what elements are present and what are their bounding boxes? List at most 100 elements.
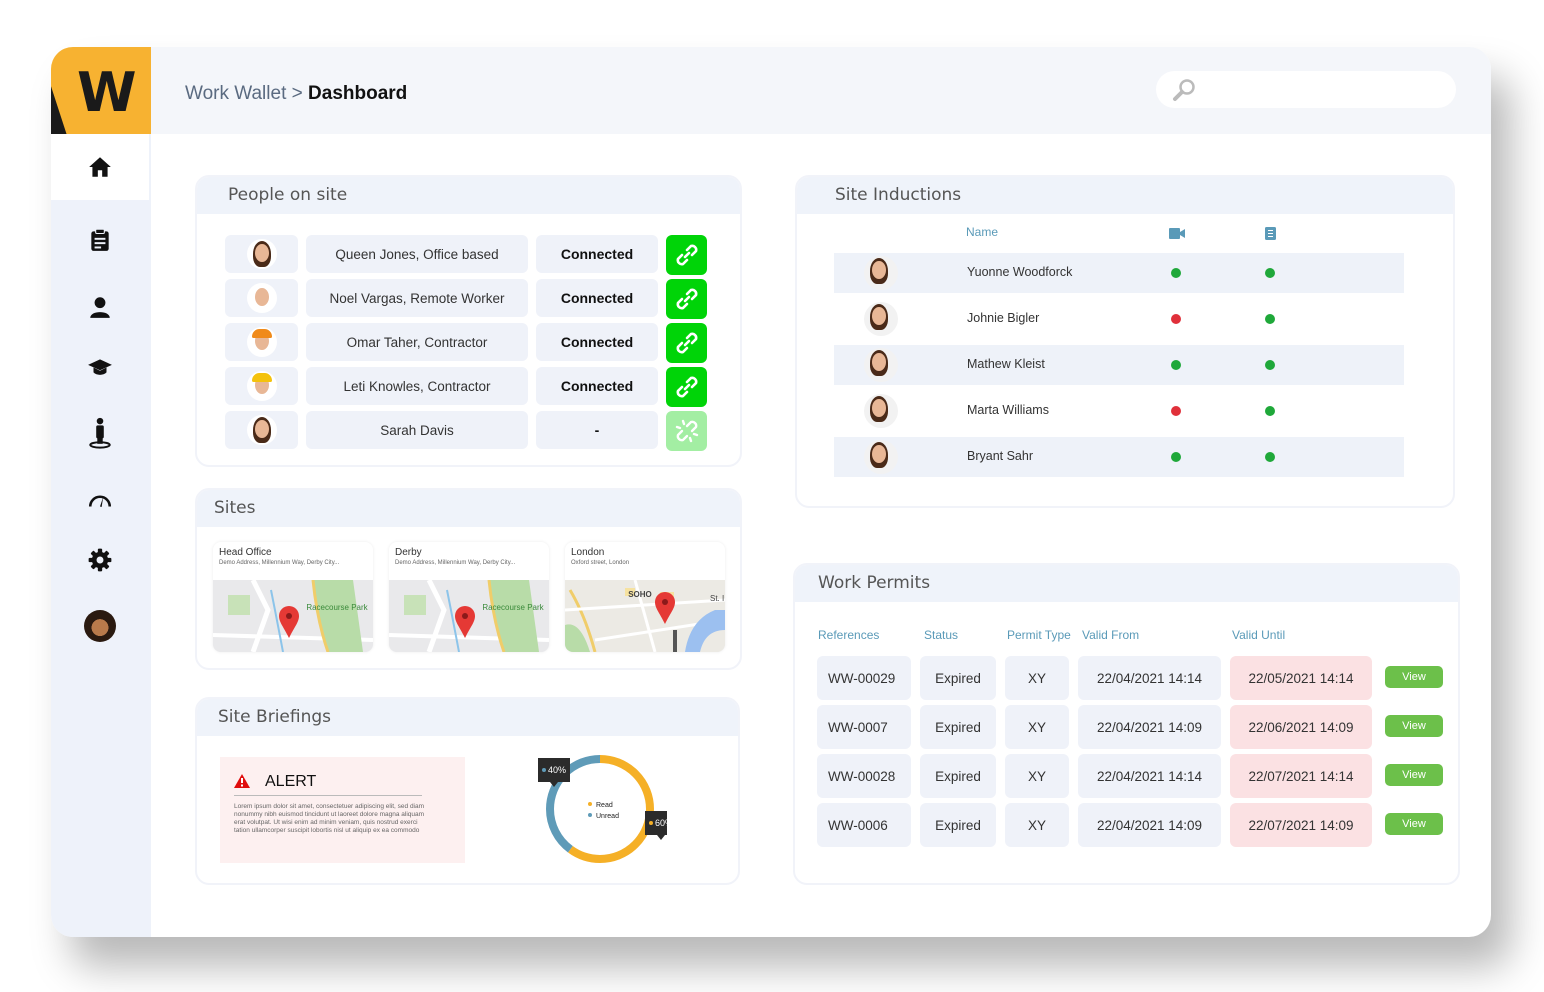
app-window: W Work Wallet > Dashboard People on site… bbox=[51, 47, 1491, 937]
induction-row[interactable]: Bryant Sahr bbox=[834, 437, 1404, 477]
site-briefings-card: Site Briefings ALERT Lorem ipsum dolor s… bbox=[195, 697, 740, 885]
sidebar-item-user[interactable] bbox=[51, 274, 149, 340]
avatar bbox=[864, 440, 898, 474]
column-header-valid-from[interactable]: Valid From bbox=[1082, 628, 1139, 642]
avatar bbox=[864, 256, 898, 290]
column-header-permit-type[interactable]: Permit Type bbox=[1007, 628, 1071, 642]
link-icon[interactable] bbox=[666, 323, 707, 363]
avatar bbox=[864, 348, 898, 382]
tooltip-read: 60% bbox=[645, 811, 667, 840]
induction-row[interactable]: Marta Williams bbox=[834, 391, 1404, 431]
column-header-status[interactable]: Status bbox=[924, 628, 958, 642]
site-map[interactable]: Racecourse Park bbox=[213, 580, 373, 652]
link-icon[interactable] bbox=[666, 279, 707, 319]
site-map[interactable]: Racecourse Park bbox=[389, 580, 549, 652]
link-icon[interactable] bbox=[666, 367, 707, 407]
people-on-site-card: People on site Queen Jones, Office based… bbox=[195, 175, 742, 467]
induction-row[interactable]: Mathew Kleist bbox=[834, 345, 1404, 385]
user-icon bbox=[90, 297, 110, 318]
top-bar: Work Wallet > Dashboard bbox=[151, 47, 1491, 134]
permit-type: XY bbox=[1005, 705, 1069, 749]
column-header-references[interactable]: References bbox=[818, 628, 879, 642]
video-status-dot bbox=[1171, 268, 1181, 278]
inductee-name: Marta Williams bbox=[967, 403, 1049, 417]
card-title: People on site bbox=[197, 177, 740, 214]
speedometer-icon bbox=[88, 495, 112, 508]
view-permit-button[interactable]: View bbox=[1385, 813, 1443, 835]
video-status-dot bbox=[1171, 314, 1181, 324]
legend-label-read: Read bbox=[596, 802, 613, 809]
card-title: Work Permits bbox=[795, 565, 1458, 602]
induction-row[interactable]: Johnie Bigler bbox=[834, 299, 1404, 339]
link-icon[interactable] bbox=[666, 235, 707, 275]
permit-valid-from: 22/04/2021 14:09 bbox=[1078, 803, 1221, 847]
document-status-dot bbox=[1265, 314, 1275, 324]
column-header-valid-until[interactable]: Valid Until bbox=[1232, 628, 1285, 642]
svg-text:40%: 40% bbox=[548, 765, 566, 775]
sidebar-item-profile[interactable] bbox=[51, 593, 149, 659]
clipboard-icon bbox=[91, 228, 109, 251]
connection-status: Connected bbox=[536, 235, 658, 273]
breadcrumb: Work Wallet > Dashboard bbox=[185, 83, 408, 104]
sidebar-item-settings[interactable] bbox=[51, 527, 149, 593]
view-permit-button[interactable]: View bbox=[1385, 666, 1443, 688]
person-name: Leti Knowles, Contractor bbox=[306, 367, 528, 405]
sites-card: Sites Head Office Demo Address, Millenni… bbox=[195, 488, 742, 670]
sidebar bbox=[51, 134, 151, 937]
sidebar-item-training[interactable] bbox=[51, 334, 149, 400]
induction-row[interactable]: Yuonne Woodforck bbox=[834, 253, 1404, 293]
document-status-dot bbox=[1265, 360, 1275, 370]
site-card-derby[interactable]: Derby Demo Address, Millennium Way, Derb… bbox=[389, 542, 549, 652]
view-permit-button[interactable]: View bbox=[1385, 764, 1443, 786]
site-map[interactable]: SOHO St. I bbox=[565, 580, 725, 652]
work-permits-card: Work Permits References Status Permit Ty… bbox=[793, 563, 1460, 885]
connection-status: Connected bbox=[536, 279, 658, 317]
column-header-name[interactable]: Name bbox=[966, 225, 998, 239]
sidebar-item-performance[interactable] bbox=[51, 467, 149, 533]
permit-reference: WW-00028 bbox=[817, 754, 911, 798]
warning-icon bbox=[234, 774, 250, 788]
sidebar-item-on-site[interactable] bbox=[51, 400, 149, 466]
permit-status: Expired bbox=[920, 754, 996, 798]
person-name: Sarah Davis bbox=[306, 411, 528, 449]
person-avatar-cell bbox=[225, 279, 298, 317]
sidebar-item-home[interactable] bbox=[51, 134, 149, 200]
person-row[interactable]: Sarah Davis - bbox=[225, 411, 707, 451]
alert-box[interactable]: ALERT Lorem ipsum dolor sit amet, consec… bbox=[220, 757, 465, 863]
view-permit-button[interactable]: View bbox=[1385, 715, 1443, 737]
permit-reference: WW-0006 bbox=[817, 803, 911, 847]
video-status-dot bbox=[1171, 360, 1181, 370]
inductee-name: Johnie Bigler bbox=[967, 311, 1040, 325]
connection-status: - bbox=[536, 411, 658, 449]
sidebar-item-clipboard[interactable] bbox=[51, 207, 149, 273]
video-icon bbox=[1169, 228, 1185, 239]
svg-text:St. I: St. I bbox=[710, 594, 724, 603]
person-row[interactable]: Noel Vargas, Remote Worker Connected bbox=[225, 279, 707, 319]
avatar bbox=[864, 394, 898, 428]
site-card-london[interactable]: London Oxford street, London SOHO St. I bbox=[565, 542, 725, 652]
page-title: Dashboard bbox=[308, 83, 408, 104]
document-status-dot bbox=[1265, 268, 1275, 278]
person-row[interactable]: Queen Jones, Office based Connected bbox=[225, 235, 707, 275]
breadcrumb-parent[interactable]: Work Wallet bbox=[185, 83, 286, 104]
work-wallet-logo[interactable]: W bbox=[51, 47, 151, 134]
site-card-head-office[interactable]: Head Office Demo Address, Millennium Way… bbox=[213, 542, 373, 652]
search-input[interactable] bbox=[1156, 71, 1456, 108]
card-title: Sites bbox=[197, 490, 740, 527]
permit-reference: WW-00029 bbox=[817, 656, 911, 700]
legend-dot bbox=[588, 813, 592, 817]
avatar bbox=[84, 610, 116, 642]
person-row[interactable]: Omar Taher, Contractor Connected bbox=[225, 323, 707, 363]
permit-valid-until: 22/07/2021 14:09 bbox=[1230, 803, 1372, 847]
connection-status: Connected bbox=[536, 323, 658, 361]
document-status-dot bbox=[1265, 406, 1275, 416]
person-row[interactable]: Leti Knowles, Contractor Connected bbox=[225, 367, 707, 407]
graduation-cap-icon bbox=[88, 359, 112, 375]
avatar bbox=[246, 415, 277, 445]
svg-text:Racecourse Park: Racecourse Park bbox=[306, 603, 368, 612]
permit-valid-from: 22/04/2021 14:14 bbox=[1078, 656, 1221, 700]
person-avatar-cell bbox=[225, 411, 298, 449]
broken-link-icon[interactable] bbox=[666, 411, 707, 451]
search-icon bbox=[1173, 79, 1195, 101]
card-title: Site Briefings bbox=[197, 699, 738, 736]
